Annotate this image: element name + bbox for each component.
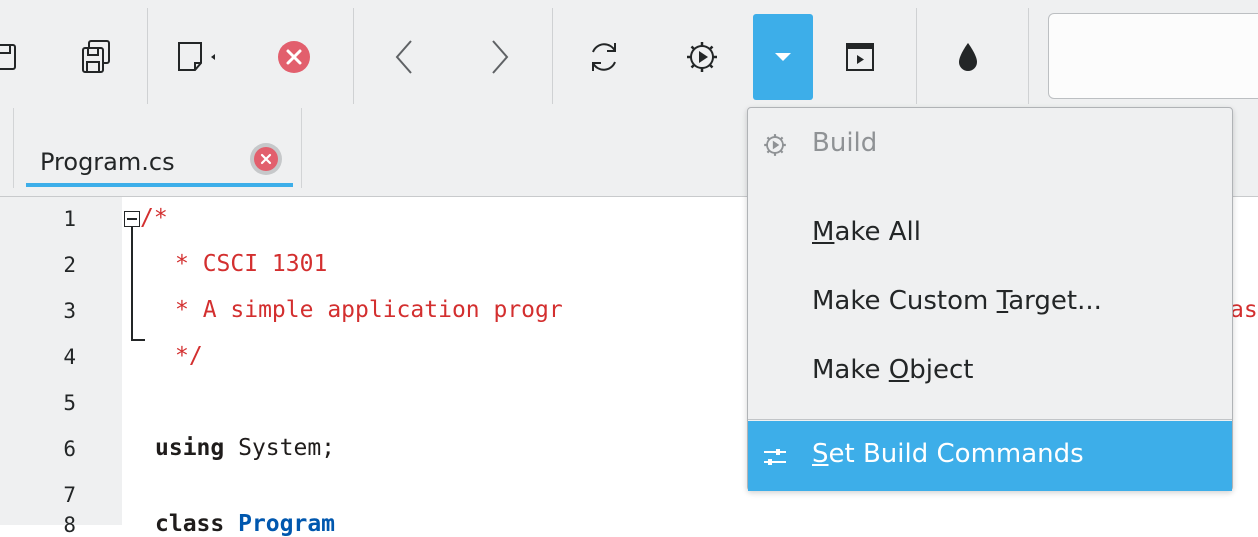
comment-text: /* (140, 205, 168, 231)
search-input[interactable] (1048, 13, 1258, 99)
line-number: 6 (63, 437, 76, 461)
fold-guide (131, 227, 133, 341)
save-all-button[interactable] (66, 14, 126, 100)
code-line: * A simple application progr (175, 297, 563, 323)
build-icon (684, 39, 720, 75)
reload-button[interactable] (574, 14, 634, 100)
code-line: * CSCI 1301 (175, 251, 327, 277)
tab-program-cs[interactable]: Program.cs (26, 108, 302, 196)
color-picker-button[interactable] (938, 14, 998, 100)
line-number: 2 (63, 253, 76, 277)
reload-icon (585, 38, 623, 76)
comment-text: */ (175, 343, 203, 369)
run-icon (843, 40, 877, 74)
comment-text: * A simple application progr (175, 297, 563, 323)
open-icon (0, 40, 23, 74)
menu-item-make-custom-target[interactable]: Make Custom Target... (748, 268, 1232, 338)
back-icon (389, 37, 419, 77)
menu-item-label: Make Object (812, 355, 974, 385)
fold-toggle[interactable] (124, 211, 140, 227)
build-dropdown-menu: Build Make All Make Custom Target... Mak… (747, 107, 1233, 491)
menu-item-label: Build (812, 128, 878, 158)
build-dropdown-button[interactable] (753, 14, 813, 100)
close-file-button[interactable] (264, 14, 324, 100)
code-line: class Program (155, 511, 335, 537)
comment-text: * CSCI 1301 (175, 251, 328, 277)
active-tab-indicator (26, 183, 293, 187)
forward-button[interactable] (470, 14, 530, 100)
menu-item-label: Make Custom Target... (812, 286, 1102, 316)
forward-icon (485, 37, 515, 77)
type-name: Program (224, 511, 336, 537)
comment-text: as (1230, 297, 1258, 323)
code-line: */ (175, 343, 203, 369)
build-button[interactable] (672, 14, 732, 100)
menu-separator (748, 419, 1232, 420)
menu-item-label: Make All (812, 217, 921, 247)
close-icon (276, 39, 312, 75)
keyword: class (155, 511, 225, 537)
run-button[interactable] (830, 14, 890, 100)
line-number: 3 (63, 299, 76, 323)
code-line: /* (140, 205, 168, 231)
menu-item-label: Set Build Commands (812, 439, 1084, 469)
keyword: using (155, 435, 225, 461)
build-icon (762, 132, 788, 165)
code-overflow-text: as (1230, 297, 1258, 323)
new-file-menu-icon (175, 39, 221, 75)
line-number: 5 (63, 391, 76, 415)
line-number-gutter: 1 2 3 4 5 6 7 8 (0, 197, 122, 537)
menu-item-make-object[interactable]: Make Object (748, 337, 1232, 407)
code-text: System; (224, 435, 336, 461)
tab-close-button[interactable] (250, 143, 282, 175)
fold-guide-end (131, 339, 145, 341)
close-icon (254, 147, 278, 171)
line-number: 7 (63, 483, 76, 507)
color-icon (953, 39, 983, 75)
settings-sliders-icon (762, 445, 788, 475)
line-number: 8 (63, 513, 76, 537)
open-button[interactable] (0, 14, 36, 100)
main-toolbar (0, 0, 1258, 108)
menu-item-build: Build (748, 110, 1232, 180)
new-file-button[interactable] (168, 14, 228, 100)
code-line: using System; (155, 435, 335, 461)
tab-label: Program.cs (40, 148, 175, 176)
menu-item-make-all[interactable]: Make All (748, 199, 1232, 269)
menu-item-set-build-commands[interactable]: Set Build Commands (748, 421, 1232, 491)
dropdown-icon (773, 50, 793, 64)
save-all-icon (79, 39, 113, 75)
back-button[interactable] (374, 14, 434, 100)
line-number: 4 (63, 345, 76, 369)
line-number: 1 (63, 207, 76, 231)
